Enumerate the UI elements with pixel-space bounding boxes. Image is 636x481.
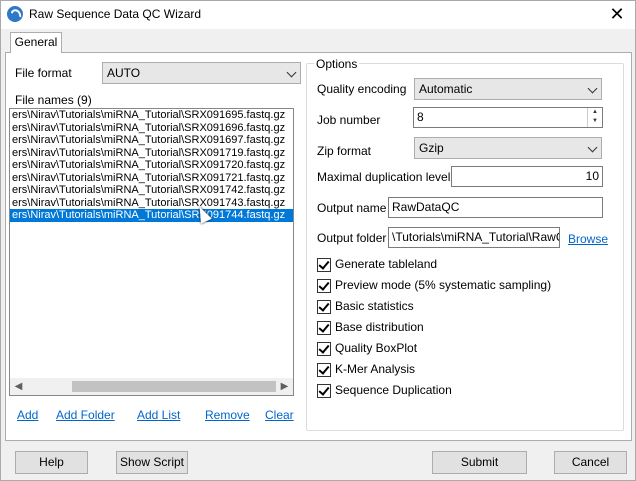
chevron-down-icon xyxy=(587,83,598,94)
quality-encoding-value: Automatic xyxy=(419,82,473,96)
checkbox-label[interactable]: Quality BoxPlot xyxy=(335,341,417,355)
output-name-label: Output name xyxy=(317,201,387,215)
zip-format-select[interactable]: Gzip xyxy=(414,137,602,159)
wizard-window: Raw Sequence Data QC Wizard ✕ General Fi… xyxy=(0,0,636,481)
list-item[interactable]: ers\Nirav\Tutorials\miRNA_Tutorial\SRX09… xyxy=(10,209,293,222)
title-bar: Raw Sequence Data QC Wizard ✕ xyxy=(1,1,635,29)
quality-encoding-select[interactable]: Automatic xyxy=(414,78,602,100)
list-item[interactable]: ers\Nirav\Tutorials\miRNA_Tutorial\SRX09… xyxy=(10,159,293,172)
checkbox[interactable] xyxy=(317,363,331,377)
chevron-down-icon xyxy=(587,142,598,153)
chevron-down-icon xyxy=(286,67,297,78)
checkbox[interactable] xyxy=(317,384,331,398)
window-title: Raw Sequence Data QC Wizard xyxy=(29,7,202,21)
cancel-button[interactable]: Cancel xyxy=(554,451,627,474)
job-number-label: Job number xyxy=(317,113,381,127)
scroll-right-icon[interactable]: ▶ xyxy=(276,378,293,395)
checkbox[interactable] xyxy=(317,342,331,356)
app-logo-icon xyxy=(7,6,23,22)
add-link[interactable]: Add xyxy=(17,408,38,422)
list-item[interactable]: ers\Nirav\Tutorials\miRNA_Tutorial\SRX09… xyxy=(10,172,293,185)
job-number-spin[interactable]: ▲ ▼ xyxy=(587,108,602,127)
checkbox-label[interactable]: Preview mode (5% systematic sampling) xyxy=(335,278,551,292)
submit-button[interactable]: Submit xyxy=(432,451,527,474)
zip-format-value: Gzip xyxy=(419,141,444,155)
job-number-stepper[interactable]: 8 ▲ ▼ xyxy=(413,107,603,128)
options-group-title: Options xyxy=(314,57,360,71)
list-item[interactable]: ers\Nirav\Tutorials\miRNA_Tutorial\SRX09… xyxy=(10,134,293,147)
checkbox-label[interactable]: K-Mer Analysis xyxy=(335,362,415,376)
max-duplication-input[interactable]: 10 xyxy=(451,166,603,187)
browse-link[interactable]: Browse xyxy=(568,232,608,246)
horizontal-scrollbar[interactable]: ◀ ▶ xyxy=(10,378,293,395)
tab-general[interactable]: General xyxy=(10,32,62,53)
remove-link[interactable]: Remove xyxy=(205,408,250,422)
help-button[interactable]: Help xyxy=(15,451,88,474)
checkbox-label[interactable]: Basic statistics xyxy=(335,299,414,313)
output-name-input[interactable]: RawDataQC xyxy=(388,197,603,218)
spin-up-icon[interactable]: ▲ xyxy=(588,108,602,117)
list-item[interactable]: ers\Nirav\Tutorials\miRNA_Tutorial\SRX09… xyxy=(10,122,293,135)
add-folder-link[interactable]: Add Folder xyxy=(56,408,115,422)
clear-link[interactable]: Clear xyxy=(265,408,294,422)
scrollbar-thumb[interactable] xyxy=(72,381,276,392)
file-rows: ers\Nirav\Tutorials\miRNA_Tutorial\SRX09… xyxy=(10,109,293,222)
list-item[interactable]: ers\Nirav\Tutorials\miRNA_Tutorial\SRX09… xyxy=(10,109,293,122)
file-format-select[interactable]: AUTO xyxy=(102,62,301,84)
close-icon[interactable]: ✕ xyxy=(605,3,629,25)
quality-encoding-label: Quality encoding xyxy=(317,82,407,96)
list-item[interactable]: ers\Nirav\Tutorials\miRNA_Tutorial\SRX09… xyxy=(10,197,293,210)
output-folder-label: Output folder xyxy=(317,231,387,245)
max-duplication-label: Maximal duplication level xyxy=(317,170,451,184)
add-list-link[interactable]: Add List xyxy=(137,408,180,422)
job-number-value: 8 xyxy=(417,110,424,124)
scroll-left-icon[interactable]: ◀ xyxy=(10,378,27,395)
spin-down-icon[interactable]: ▼ xyxy=(588,117,602,126)
file-names-list[interactable]: ers\Nirav\Tutorials\miRNA_Tutorial\SRX09… xyxy=(9,108,294,396)
file-format-label: File format xyxy=(15,66,72,80)
checkbox-label[interactable]: Sequence Duplication xyxy=(335,383,452,397)
list-item[interactable]: ers\Nirav\Tutorials\miRNA_Tutorial\SRX09… xyxy=(10,147,293,160)
checkbox-label[interactable]: Base distribution xyxy=(335,320,424,334)
checkbox[interactable] xyxy=(317,300,331,314)
output-folder-input[interactable]: \Tutorials\miRNA_Tutorial\RawQC xyxy=(388,227,560,248)
file-names-label: File names (9) xyxy=(15,93,92,107)
list-item[interactable]: ers\Nirav\Tutorials\miRNA_Tutorial\SRX09… xyxy=(10,184,293,197)
show-script-button[interactable]: Show Script xyxy=(116,451,188,474)
checkbox[interactable] xyxy=(317,321,331,335)
zip-format-label: Zip format xyxy=(317,144,372,158)
checkbox[interactable] xyxy=(317,279,331,293)
checkbox[interactable] xyxy=(317,258,331,272)
checkbox-label[interactable]: Generate tableland xyxy=(335,257,437,271)
file-format-value: AUTO xyxy=(107,66,141,80)
